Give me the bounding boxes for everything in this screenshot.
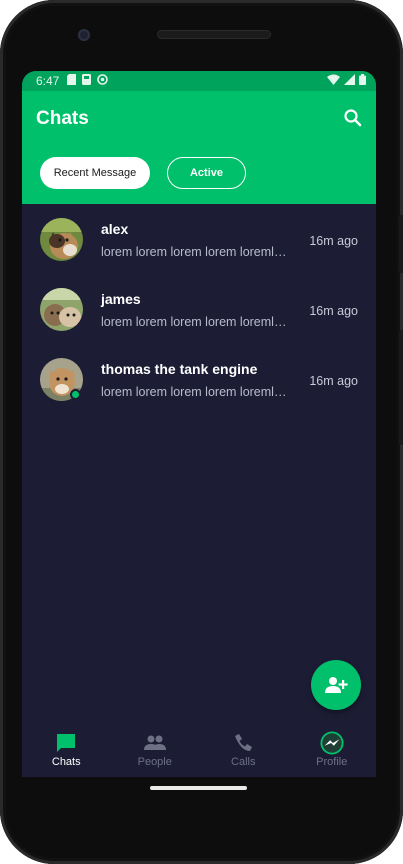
chat-time: 16m ago xyxy=(309,374,358,388)
search-icon xyxy=(344,109,362,127)
signal-icon xyxy=(344,74,355,88)
chat-name: james xyxy=(101,291,141,307)
app-bar: Chats Recent Message Active xyxy=(22,91,376,204)
nav-people[interactable]: People xyxy=(111,723,200,777)
avatar xyxy=(40,218,83,261)
status-indicators xyxy=(327,74,366,88)
nav-label: Profile xyxy=(316,756,348,768)
page-title: Chats xyxy=(36,108,89,129)
chat-preview: lorem lorem lorem lorem loremlorem xyxy=(101,315,289,329)
bottom-navigation: Chats People Calls Profile xyxy=(22,723,376,777)
sim-card-icon xyxy=(67,74,77,88)
status-bar: 6:47 xyxy=(22,71,376,91)
app-notification-icon xyxy=(97,74,109,88)
people-icon xyxy=(143,732,167,754)
chat-row-alex[interactable]: alex lorem lorem lorem lorem loremlorem … xyxy=(22,204,376,274)
volume-button xyxy=(399,330,403,445)
chat-name: thomas the tank engine xyxy=(101,361,258,377)
chat-preview: lorem lorem lorem lorem loremlorem xyxy=(101,245,289,259)
power-button xyxy=(399,215,403,273)
online-status-dot xyxy=(70,389,81,400)
front-camera xyxy=(78,29,90,41)
filter-recent-message[interactable]: Recent Message xyxy=(40,157,150,189)
chat-name: alex xyxy=(101,221,129,237)
chat-time: 16m ago xyxy=(309,234,358,248)
search-button[interactable] xyxy=(342,107,364,129)
nav-label: Chats xyxy=(51,756,81,768)
chat-row-james[interactable]: james lorem lorem lorem lorem loremlorem… xyxy=(22,274,376,344)
nav-label: People xyxy=(137,756,172,768)
app-screen: 6:47 Chats Recent Message Active alex lo… xyxy=(22,71,376,777)
chat-time: 16m ago xyxy=(309,304,358,318)
battery-icon xyxy=(359,74,366,88)
earpiece-speaker xyxy=(157,30,271,39)
add-contact-button[interactable] xyxy=(311,660,361,710)
chat-bubble-icon xyxy=(54,732,78,754)
filter-active[interactable]: Active xyxy=(167,157,246,189)
nav-calls[interactable]: Calls xyxy=(199,723,288,777)
filter-chips: Recent Message Active xyxy=(40,157,246,189)
phone-icon xyxy=(231,732,255,754)
nav-label: Calls xyxy=(231,756,256,768)
wifi-icon xyxy=(327,74,340,88)
avatar xyxy=(40,288,83,331)
nav-profile[interactable]: Profile xyxy=(288,723,377,777)
sd-card-icon xyxy=(82,74,92,88)
chat-row-thomas-the-tank-engine[interactable]: thomas the tank engine lorem lorem lorem… xyxy=(22,344,376,414)
add-person-icon xyxy=(325,677,348,693)
home-indicator[interactable] xyxy=(150,786,247,790)
nav-chats[interactable]: Chats xyxy=(22,723,111,777)
phone-frame: 6:47 Chats Recent Message Active alex lo… xyxy=(0,0,403,864)
chat-preview: lorem lorem lorem lorem loremlorem xyxy=(101,385,289,399)
status-time: 6:47 xyxy=(36,74,60,88)
messenger-icon xyxy=(320,731,344,755)
